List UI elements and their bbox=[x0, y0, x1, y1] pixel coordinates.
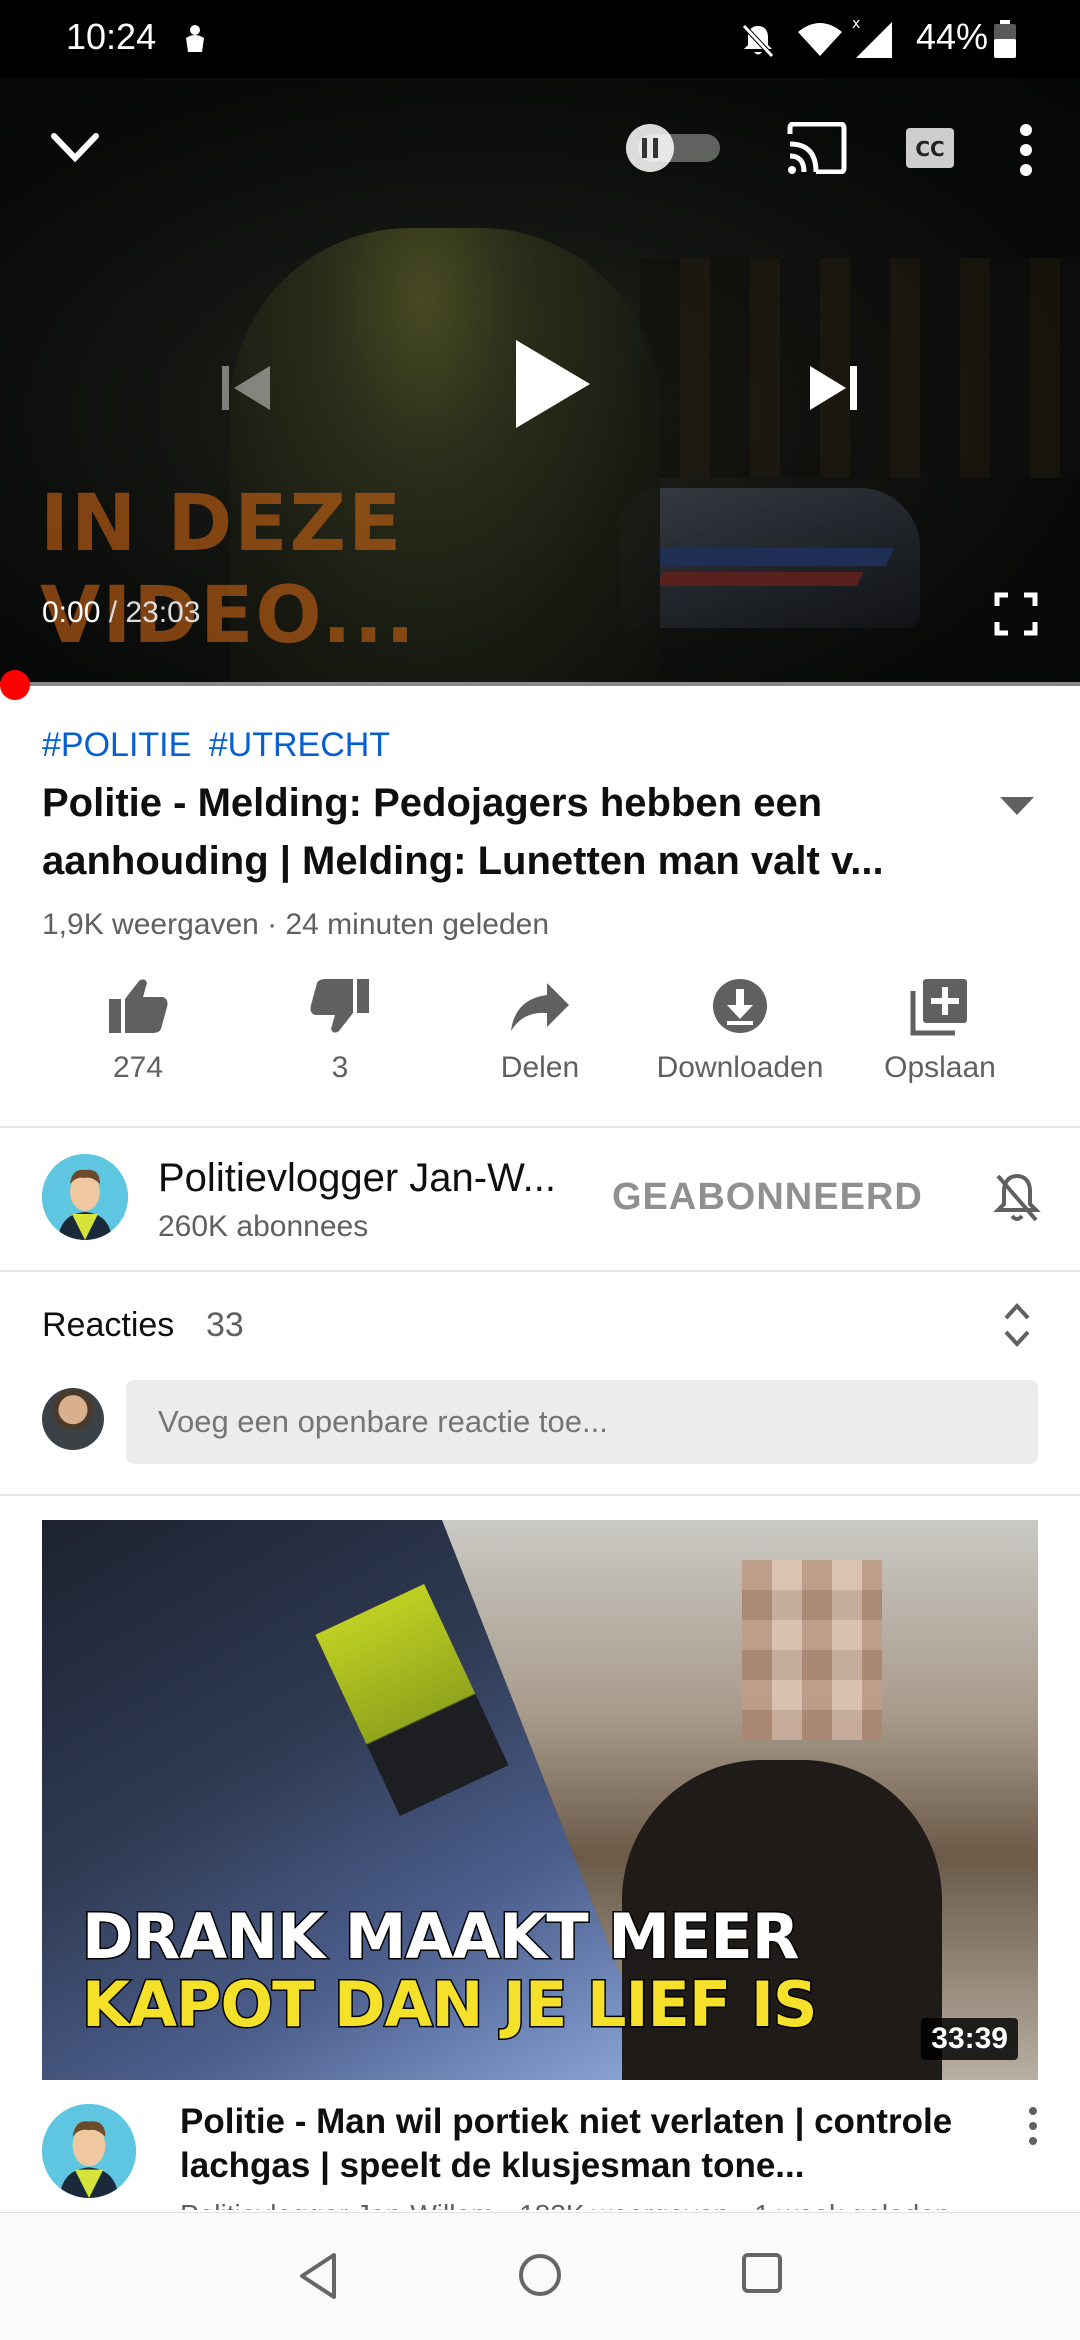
usb-debug-icon bbox=[186, 25, 204, 52]
like-count: 274 bbox=[112, 1051, 164, 1084]
share-label: Delen bbox=[500, 1051, 580, 1084]
more-options-icon[interactable] bbox=[1016, 122, 1036, 178]
action-bar: 274 3 Delen Downloaden Opslaan bbox=[0, 975, 1080, 1095]
progress-bar[interactable] bbox=[0, 682, 1080, 686]
hashtags: #POLITIE #UTRECHT bbox=[42, 726, 398, 765]
svg-text:x: x bbox=[852, 16, 860, 32]
thumb-caption-line-2: KAPOT DAN JE LIEF IS bbox=[81, 1967, 820, 2043]
channel-avatar-image bbox=[42, 2104, 136, 2198]
comment-input[interactable] bbox=[126, 1380, 1038, 1464]
divider bbox=[0, 1494, 1080, 1496]
mute-icon bbox=[742, 24, 774, 58]
download-button[interactable]: Downloaden bbox=[640, 975, 840, 1085]
back-icon[interactable] bbox=[296, 2251, 340, 2301]
channel-avatar[interactable] bbox=[42, 1154, 128, 1240]
notification-bell-off-icon[interactable] bbox=[992, 1170, 1042, 1226]
previous-video-icon[interactable] bbox=[218, 360, 274, 416]
recommended-video-meta: Politievlogger Jan-Willem · 183K weergav… bbox=[180, 2196, 1000, 2210]
home-icon[interactable] bbox=[516, 2251, 564, 2299]
channel-avatar-image bbox=[42, 1154, 128, 1240]
thumbs-up-icon bbox=[109, 979, 168, 1033]
watermark-line-1: IN DEZE bbox=[40, 479, 404, 569]
battery-percent: 44% bbox=[915, 16, 988, 57]
dislike-button[interactable]: 3 bbox=[240, 975, 440, 1085]
thumb-pixelated-face bbox=[742, 1560, 882, 1740]
download-label: Downloaden bbox=[656, 1051, 824, 1084]
video-meta: 1,9K weergaven · 24 minuten geleden bbox=[42, 908, 550, 941]
time-display: 0:00 / 23:03 bbox=[42, 596, 201, 630]
video-title[interactable]: Politie - Melding: Pedojagers hebben een… bbox=[42, 774, 962, 890]
video-player[interactable]: IN DEZE VIDEO... CC 0:00 / 23:03 bbox=[0, 78, 1080, 684]
time-separator: / bbox=[108, 596, 118, 629]
cast-icon[interactable] bbox=[786, 122, 848, 174]
minimize-chevron-icon[interactable] bbox=[50, 128, 100, 168]
video-duration: 23:03 bbox=[125, 596, 201, 629]
autoplay-toggle[interactable] bbox=[624, 122, 724, 174]
hashtag-link[interactable]: #POLITIE bbox=[42, 726, 191, 764]
next-video-icon[interactable] bbox=[806, 360, 862, 416]
subscribed-button[interactable]: GEABONNEERD bbox=[612, 1176, 923, 1219]
hashtag-link[interactable]: #UTRECHT bbox=[209, 726, 390, 764]
recommended-video-title[interactable]: Politie - Man wil portiek niet verlaten … bbox=[180, 2100, 1000, 2188]
dislike-count: 3 bbox=[331, 1051, 349, 1084]
save-label: Opslaan bbox=[884, 1051, 996, 1084]
comments-label[interactable]: Reacties bbox=[42, 1306, 174, 1345]
download-icon bbox=[713, 979, 767, 1033]
share-button[interactable]: Delen bbox=[440, 975, 640, 1085]
progress-scrubber[interactable] bbox=[0, 670, 30, 700]
battery-icon bbox=[994, 20, 1016, 58]
share-icon bbox=[511, 983, 569, 1031]
thumb-caption-line-1: DRANK MAAKT MEER bbox=[80, 1899, 800, 1975]
signal-icon: x bbox=[852, 16, 892, 58]
save-button[interactable]: Opslaan bbox=[840, 975, 1040, 1085]
channel-subscribers: 260K abonnees bbox=[158, 1210, 369, 1243]
wifi-icon bbox=[798, 23, 842, 56]
user-avatar bbox=[42, 1388, 104, 1450]
fullscreen-icon[interactable] bbox=[994, 592, 1038, 636]
divider bbox=[0, 1126, 1080, 1128]
video-duration-badge: 33:39 bbox=[921, 2018, 1018, 2060]
captions-cc-icon[interactable]: CC bbox=[904, 126, 956, 170]
current-time: 0:00 bbox=[42, 596, 101, 629]
more-options-icon[interactable] bbox=[1026, 2106, 1040, 2146]
expand-description-icon[interactable] bbox=[998, 795, 1036, 817]
channel-name[interactable]: Politievlogger Jan-W... bbox=[158, 1156, 556, 1201]
add-to-playlist-icon bbox=[910, 979, 967, 1036]
recommended-video-thumbnail[interactable]: DRANK MAAKT MEER KAPOT DAN JE LIEF IS 33… bbox=[42, 1520, 1038, 2080]
status-time: 10:24 bbox=[66, 16, 157, 57]
recents-icon[interactable] bbox=[740, 2251, 784, 2295]
system-navigation-bar bbox=[0, 2212, 1080, 2340]
play-button[interactable] bbox=[510, 334, 596, 434]
video-watermark: IN DEZE VIDEO... bbox=[40, 478, 417, 662]
thumbs-down-icon bbox=[310, 979, 369, 1033]
comments-count: 33 bbox=[206, 1306, 244, 1344]
like-button[interactable]: 274 bbox=[38, 975, 238, 1085]
status-bar: 10:24 x 44% bbox=[0, 0, 1080, 78]
expand-comments-icon[interactable] bbox=[1002, 1302, 1032, 1348]
divider bbox=[0, 1270, 1080, 1272]
svg-text:CC: CC bbox=[915, 137, 944, 161]
recommended-channel-avatar[interactable] bbox=[42, 2104, 136, 2198]
